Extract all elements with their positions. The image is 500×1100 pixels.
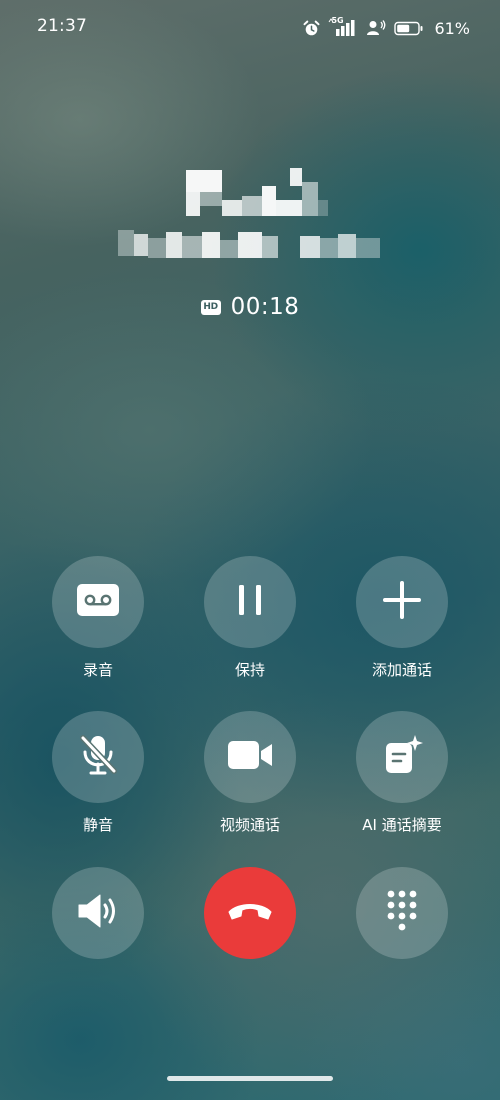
add-call-control: 添加通话: [332, 556, 472, 680]
ai-summary-control: AI 通话摘要: [332, 711, 472, 835]
end-call-button[interactable]: [204, 867, 296, 959]
home-indicator[interactable]: [167, 1076, 333, 1081]
alarm-icon: [303, 20, 320, 37]
plus-icon: [383, 581, 421, 623]
call-duration: 00:18: [230, 294, 300, 320]
record-label: 录音: [82, 661, 113, 679]
speaker-icon: [76, 892, 120, 934]
hang-up-icon: [226, 900, 274, 926]
battery-percent: 61%: [434, 18, 470, 38]
ai-summary-button[interactable]: [356, 711, 448, 803]
caller-info-redacted: [0, 160, 500, 280]
hold-control: 保持: [180, 556, 320, 680]
mute-label: 静音: [82, 816, 113, 834]
signal-5g-icon: 5G: [328, 16, 358, 38]
record-control: 录音: [28, 556, 168, 680]
hold-label: 保持: [234, 661, 265, 679]
ai-summary-label: AI 通话摘要: [362, 816, 442, 834]
speaker-button[interactable]: [52, 867, 144, 959]
call-duration-row: HD 00:18: [0, 294, 500, 320]
video-call-button[interactable]: [204, 711, 296, 803]
battery-icon: [394, 21, 424, 36]
end-call-control: [180, 867, 320, 959]
video-call-control: 视频通话: [180, 711, 320, 835]
dialpad-icon: [384, 889, 420, 937]
mute-button[interactable]: [52, 711, 144, 803]
record-button[interactable]: [52, 556, 144, 648]
keypad-button[interactable]: [356, 867, 448, 959]
hold-button[interactable]: [204, 556, 296, 648]
pause-icon: [236, 584, 264, 620]
voicemail-icon: [76, 583, 120, 621]
add-call-button[interactable]: [356, 556, 448, 648]
ai-note-icon: [380, 733, 424, 781]
mic-off-icon: [78, 733, 118, 781]
video-call-label: 视频通话: [219, 816, 280, 834]
video-camera-icon: [227, 739, 273, 775]
hd-badge: HD: [200, 299, 221, 315]
hd-voice-icon: [366, 19, 386, 37]
status-bar: 21:37 5G 61%: [0, 0, 500, 54]
status-time: 21:37: [37, 16, 87, 36]
mute-control: 静音: [28, 711, 168, 835]
in-call-screen: 21:37 5G 61% HD 00:18 录音 保持 添加通话 静音 视频通话…: [0, 0, 500, 1100]
speaker-control: [28, 867, 168, 959]
status-icons: 5G 61%: [303, 16, 470, 39]
add-call-label: 添加通话: [371, 661, 432, 679]
keypad-control: [332, 867, 472, 959]
